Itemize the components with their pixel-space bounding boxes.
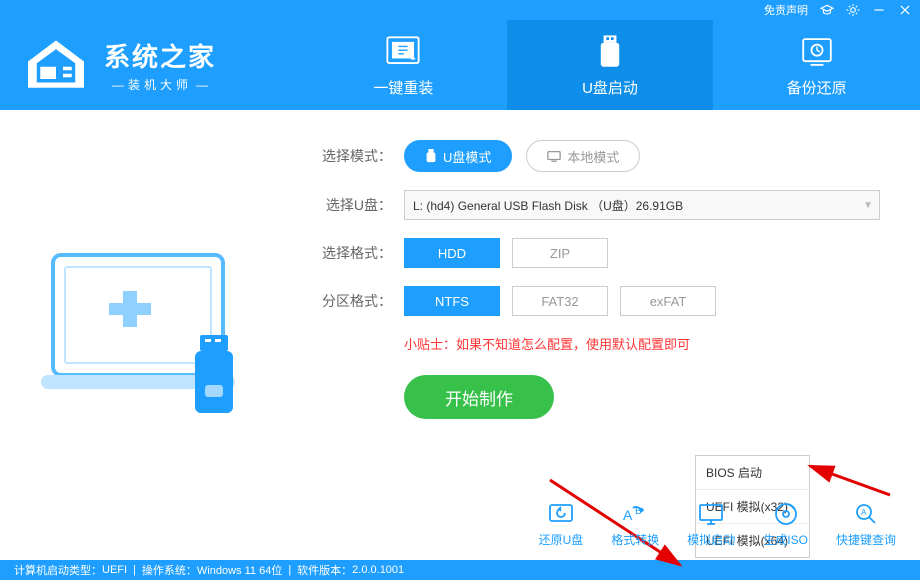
tab-backup[interactable]: 备份还原 (713, 20, 920, 110)
chevron-down-icon: ▼ (863, 200, 873, 211)
status-os-label: 操作系统： (142, 562, 197, 578)
tab-label: 备份还原 (787, 77, 847, 98)
svg-text:A: A (861, 508, 867, 517)
tab-reinstall[interactable]: 一键重装 (300, 20, 507, 110)
logo-subtitle: 装机大师 (104, 76, 216, 93)
mode-local-button[interactable]: 本地模式 (526, 140, 640, 172)
graduation-icon[interactable] (820, 3, 834, 17)
udisk-select[interactable]: L: (hd4) General USB Flash Disk （U盘）26.9… (404, 190, 880, 220)
status-ver-value: 2.0.0.1001 (352, 564, 404, 576)
label-udisk: 选择U盘： (310, 195, 392, 215)
format-zip-button[interactable]: ZIP (512, 238, 608, 268)
statusbar: 计算机启动类型： UEFI | 操作系统： Windows 11 64位 | 软… (0, 560, 920, 580)
row-format: 选择格式： HDD ZIP (310, 238, 880, 268)
close-icon[interactable] (898, 3, 912, 17)
label-partition: 分区格式： (310, 291, 392, 311)
titlebar: 免责声明 (0, 0, 920, 20)
partition-ntfs-button[interactable]: NTFS (404, 286, 500, 316)
settings-icon[interactable] (846, 3, 860, 17)
mode-usb-button[interactable]: U盘模式 (404, 140, 512, 172)
format-hdd-button[interactable]: HDD (404, 238, 500, 268)
illustration (0, 110, 300, 560)
row-udisk: 选择U盘： L: (hd4) General USB Flash Disk （U… (310, 190, 880, 220)
tool-hotkey-lookup[interactable]: A 快捷键查询 (836, 501, 896, 548)
restore-icon (546, 501, 576, 527)
svg-text:A: A (623, 507, 633, 523)
usb-small-icon (425, 149, 437, 163)
tabs: 一键重装 U盘启动 备份还原 (300, 20, 920, 110)
logo: 系统之家 装机大师 (0, 20, 300, 110)
form: 选择模式： U盘模式 本地模式 选择U盘： L: (hd4) General U… (300, 110, 920, 560)
header: 系统之家 装机大师 一键重装 U盘启动 备份还原 (0, 20, 920, 110)
status-boot-label: 计算机启动类型： (14, 562, 102, 578)
tab-label: U盘启动 (582, 77, 638, 98)
tool-generate-iso[interactable]: 生成ISO (763, 501, 808, 548)
tab-label: 一键重装 (373, 77, 433, 98)
tool-simulate-boot[interactable]: 模拟启动 (687, 501, 735, 548)
label-format: 选择格式： (310, 243, 392, 263)
tool-restore-usb[interactable]: 还原U盘 (539, 501, 584, 548)
usb-icon (587, 33, 633, 71)
status-ver-label: 软件版本： (297, 562, 352, 578)
status-boot-value: UEFI (102, 564, 127, 576)
minimize-icon[interactable] (872, 3, 886, 17)
udisk-value: L: (hd4) General USB Flash Disk （U盘）26.9… (413, 197, 683, 214)
popup-bios[interactable]: BIOS 启动 (696, 456, 809, 489)
monitor-icon (696, 501, 726, 527)
laptop-usb-illustration (35, 235, 265, 435)
reinstall-icon (380, 33, 426, 71)
main-content: 选择模式： U盘模式 本地模式 选择U盘： L: (hd4) General U… (0, 110, 920, 560)
house-icon (20, 37, 92, 93)
partition-exfat-button[interactable]: exFAT (620, 286, 716, 316)
disc-icon (771, 501, 801, 527)
label-mode: 选择模式： (310, 146, 392, 166)
row-partition: 分区格式： NTFS FAT32 exFAT (310, 286, 880, 316)
status-os-value: Windows 11 64位 (197, 562, 282, 578)
row-mode: 选择模式： U盘模式 本地模式 (310, 140, 880, 172)
partition-fat32-button[interactable]: FAT32 (512, 286, 608, 316)
start-button[interactable]: 开始制作 (404, 375, 554, 419)
tip-text: 小贴士：如果不知道怎么配置，使用默认配置即可 (404, 334, 880, 353)
search-icon: A (851, 501, 881, 527)
tool-format-convert[interactable]: AB 格式转换 (611, 501, 659, 548)
convert-icon: AB (620, 501, 650, 527)
disclaimer-link[interactable]: 免责声明 (764, 2, 808, 18)
bottom-tools: 还原U盘 AB 格式转换 模拟启动 生成ISO A 快捷键查询 (539, 501, 896, 548)
backup-icon (794, 33, 840, 71)
monitor-small-icon (547, 150, 561, 162)
logo-title: 系统之家 (104, 37, 216, 74)
tab-usb-boot[interactable]: U盘启动 (507, 20, 714, 110)
